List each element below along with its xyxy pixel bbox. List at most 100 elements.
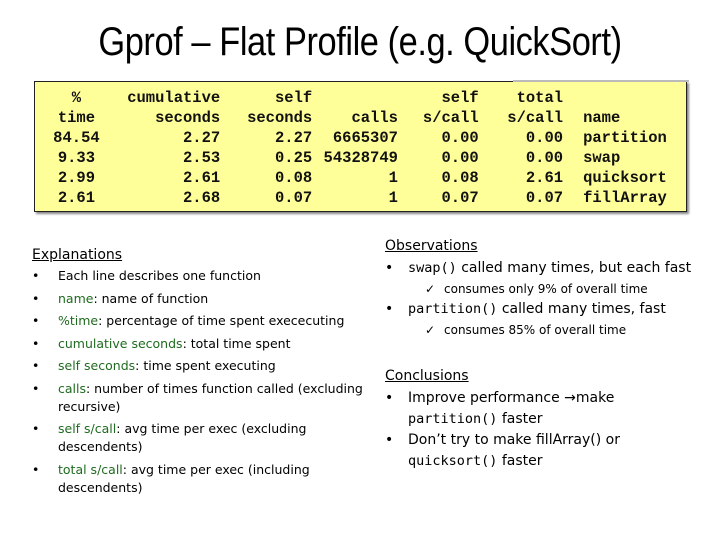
bullet-icon: • [385, 260, 394, 276]
column-header: cumulative [127, 89, 221, 107]
column-header: seconds [247, 109, 313, 127]
explanation-item: • total s/call: avg time per exec (includ… [32, 461, 372, 497]
explanation-text: : number of times function called (exclu… [58, 380, 363, 414]
explanation-term: total s/call [58, 461, 123, 477]
table-cell: quicksort [583, 169, 667, 187]
column-header [312, 88, 398, 108]
explanation-text: : name of function [93, 290, 209, 306]
table-cell: 0.25 [274, 149, 313, 167]
column-header: s/call [422, 109, 479, 127]
table-row: 2.99 2.61 0.08 1 0.08 2.61 quicksort [49, 168, 686, 188]
explanation-item: • cumulative seconds: total time spent [32, 335, 372, 353]
explanations-heading: Explanations [32, 247, 123, 263]
table-cell: 9.33 [57, 149, 96, 167]
bullet-icon: • [32, 421, 40, 436]
function-name: swap() [408, 260, 457, 276]
bullet-icon: • [32, 335, 40, 351]
flat-profile-table-box: % cumulative self self total time seconds secon… [34, 80, 689, 212]
explanation-term: self s/call [58, 421, 117, 436]
table-cell: 2.68 [182, 189, 221, 207]
table-cell: partition [583, 129, 667, 147]
conclusion-item: • Improve performance →make partition() f… [385, 388, 705, 430]
conclusion-text: faster [497, 453, 543, 469]
bullet-icon: • [32, 313, 40, 328]
function-name: quicksort() [408, 453, 498, 469]
explanation-item: • %time: percentage of time spent exececu… [32, 312, 372, 330]
explanation-text: : percentage of time spent exececuting [98, 313, 345, 328]
subitem-text: consumes 85% of overall time [444, 323, 627, 337]
observation-text: called many times, fast [497, 301, 666, 317]
bullet-icon: • [32, 290, 40, 306]
explanation-term: %time [58, 313, 99, 328]
table-row: 2.61 2.68 0.07 1 0.07 0.07 fillArray [49, 188, 686, 208]
observation-item: • swap() called many times, but each fast [385, 258, 705, 279]
table-row: 9.33 2.53 0.25 54328749 0.00 0.00 swap [49, 148, 686, 168]
subitem-text: consumes only 9% of overall time [444, 282, 648, 296]
conclusion-item: • Don’t try to make fillArray() or quicks… [385, 430, 705, 472]
explanations-list: • Each line describes one function • name: … [32, 267, 372, 497]
bullet-icon: • [385, 301, 394, 317]
conclusion-text: Improve performance [408, 390, 565, 406]
bullet-icon: • [385, 432, 394, 448]
decorative-border-patch [513, 80, 689, 82]
column-header: time [57, 109, 96, 127]
table-cell: 2.61 [57, 189, 96, 207]
conclusions-heading: Conclusions [385, 368, 469, 384]
observation-item: • partition() called many times, fast [385, 299, 705, 320]
table-cell: 0.08 [441, 169, 479, 187]
checkmark-icon: ✓ [425, 282, 436, 296]
observations-conclusions-section: Observations • swap() called many times, … [385, 238, 705, 472]
table-header-row: % cumulative self self total [49, 88, 686, 108]
function-name: partition() [408, 301, 498, 317]
explanations-section: Explanations • Each line describes one fu… [32, 247, 372, 501]
column-header: seconds [155, 109, 221, 127]
table-cell: 0.07 [525, 189, 564, 207]
explanation-text: : time spent executing [135, 358, 276, 373]
column-header: calls [351, 109, 398, 127]
table-cell: 6665307 [332, 129, 398, 147]
column-header [563, 88, 686, 108]
table-cell: 2.61 [182, 169, 221, 187]
explanation-term: self seconds [58, 358, 136, 373]
table-cell: 2.61 [525, 169, 564, 187]
function-name: partition() [408, 411, 498, 427]
table-cell: 2.99 [57, 169, 96, 187]
checkmark-icon: ✓ [425, 323, 436, 337]
table-cell: 84.54 [53, 129, 100, 147]
table-header-row: time seconds seconds calls s/call s/call name [49, 108, 686, 128]
table-cell: fillArray [583, 189, 667, 207]
bullet-icon: • [32, 461, 40, 477]
table-cell: 0.00 [525, 129, 564, 147]
explanation-item: • self s/call: avg time per exec (excludi… [32, 420, 372, 456]
table-cell: 0.00 [441, 129, 479, 147]
observation-subitem: ✓ consumes only 9% of overall time [385, 279, 705, 299]
table-cell: 0.08 [274, 169, 313, 187]
table-cell: 0.00 [441, 149, 479, 167]
column-header: s/call [507, 109, 564, 127]
table-cell: 0.07 [274, 189, 313, 207]
column-header: total [516, 89, 564, 107]
conclusions-list: • Improve performance →make partition() f… [385, 388, 705, 472]
table-cell: 2.27 [274, 129, 313, 147]
explanation-term: name [58, 290, 94, 306]
observations-heading: Observations [385, 238, 478, 254]
column-header: % [71, 89, 82, 107]
conclusion-text: Don’t try to make fillArray() or [408, 432, 620, 448]
observations-list: • swap() called many times, but each fast… [385, 258, 705, 340]
explanation-item: • self seconds: time spent executing [32, 357, 372, 375]
observation-subitem: ✓ consumes 85% of overall time [385, 320, 705, 340]
table-row: 84.54 2.27 2.27 6665307 0.00 0.00 partition [49, 128, 686, 148]
bullet-icon: • [32, 268, 40, 283]
slide-title: Gprof – Flat Profile (e.g. QuickSort) [98, 20, 622, 64]
table-cell: 1 [388, 169, 398, 187]
explanation-item: • calls: number of times function called … [32, 380, 372, 416]
observation-text: called many times, but each fast [456, 260, 692, 276]
conclusion-text: faster [497, 411, 543, 427]
explanation-item: • name: name of function [32, 290, 372, 308]
table-cell: 1 [388, 189, 398, 207]
explanation-item: • Each line describes one function [32, 267, 372, 285]
bullet-icon: • [32, 358, 40, 373]
table-cell: swap [583, 149, 621, 167]
explanation-text: Each line describes one function [58, 268, 261, 283]
table-cell: 2.53 [182, 149, 221, 167]
